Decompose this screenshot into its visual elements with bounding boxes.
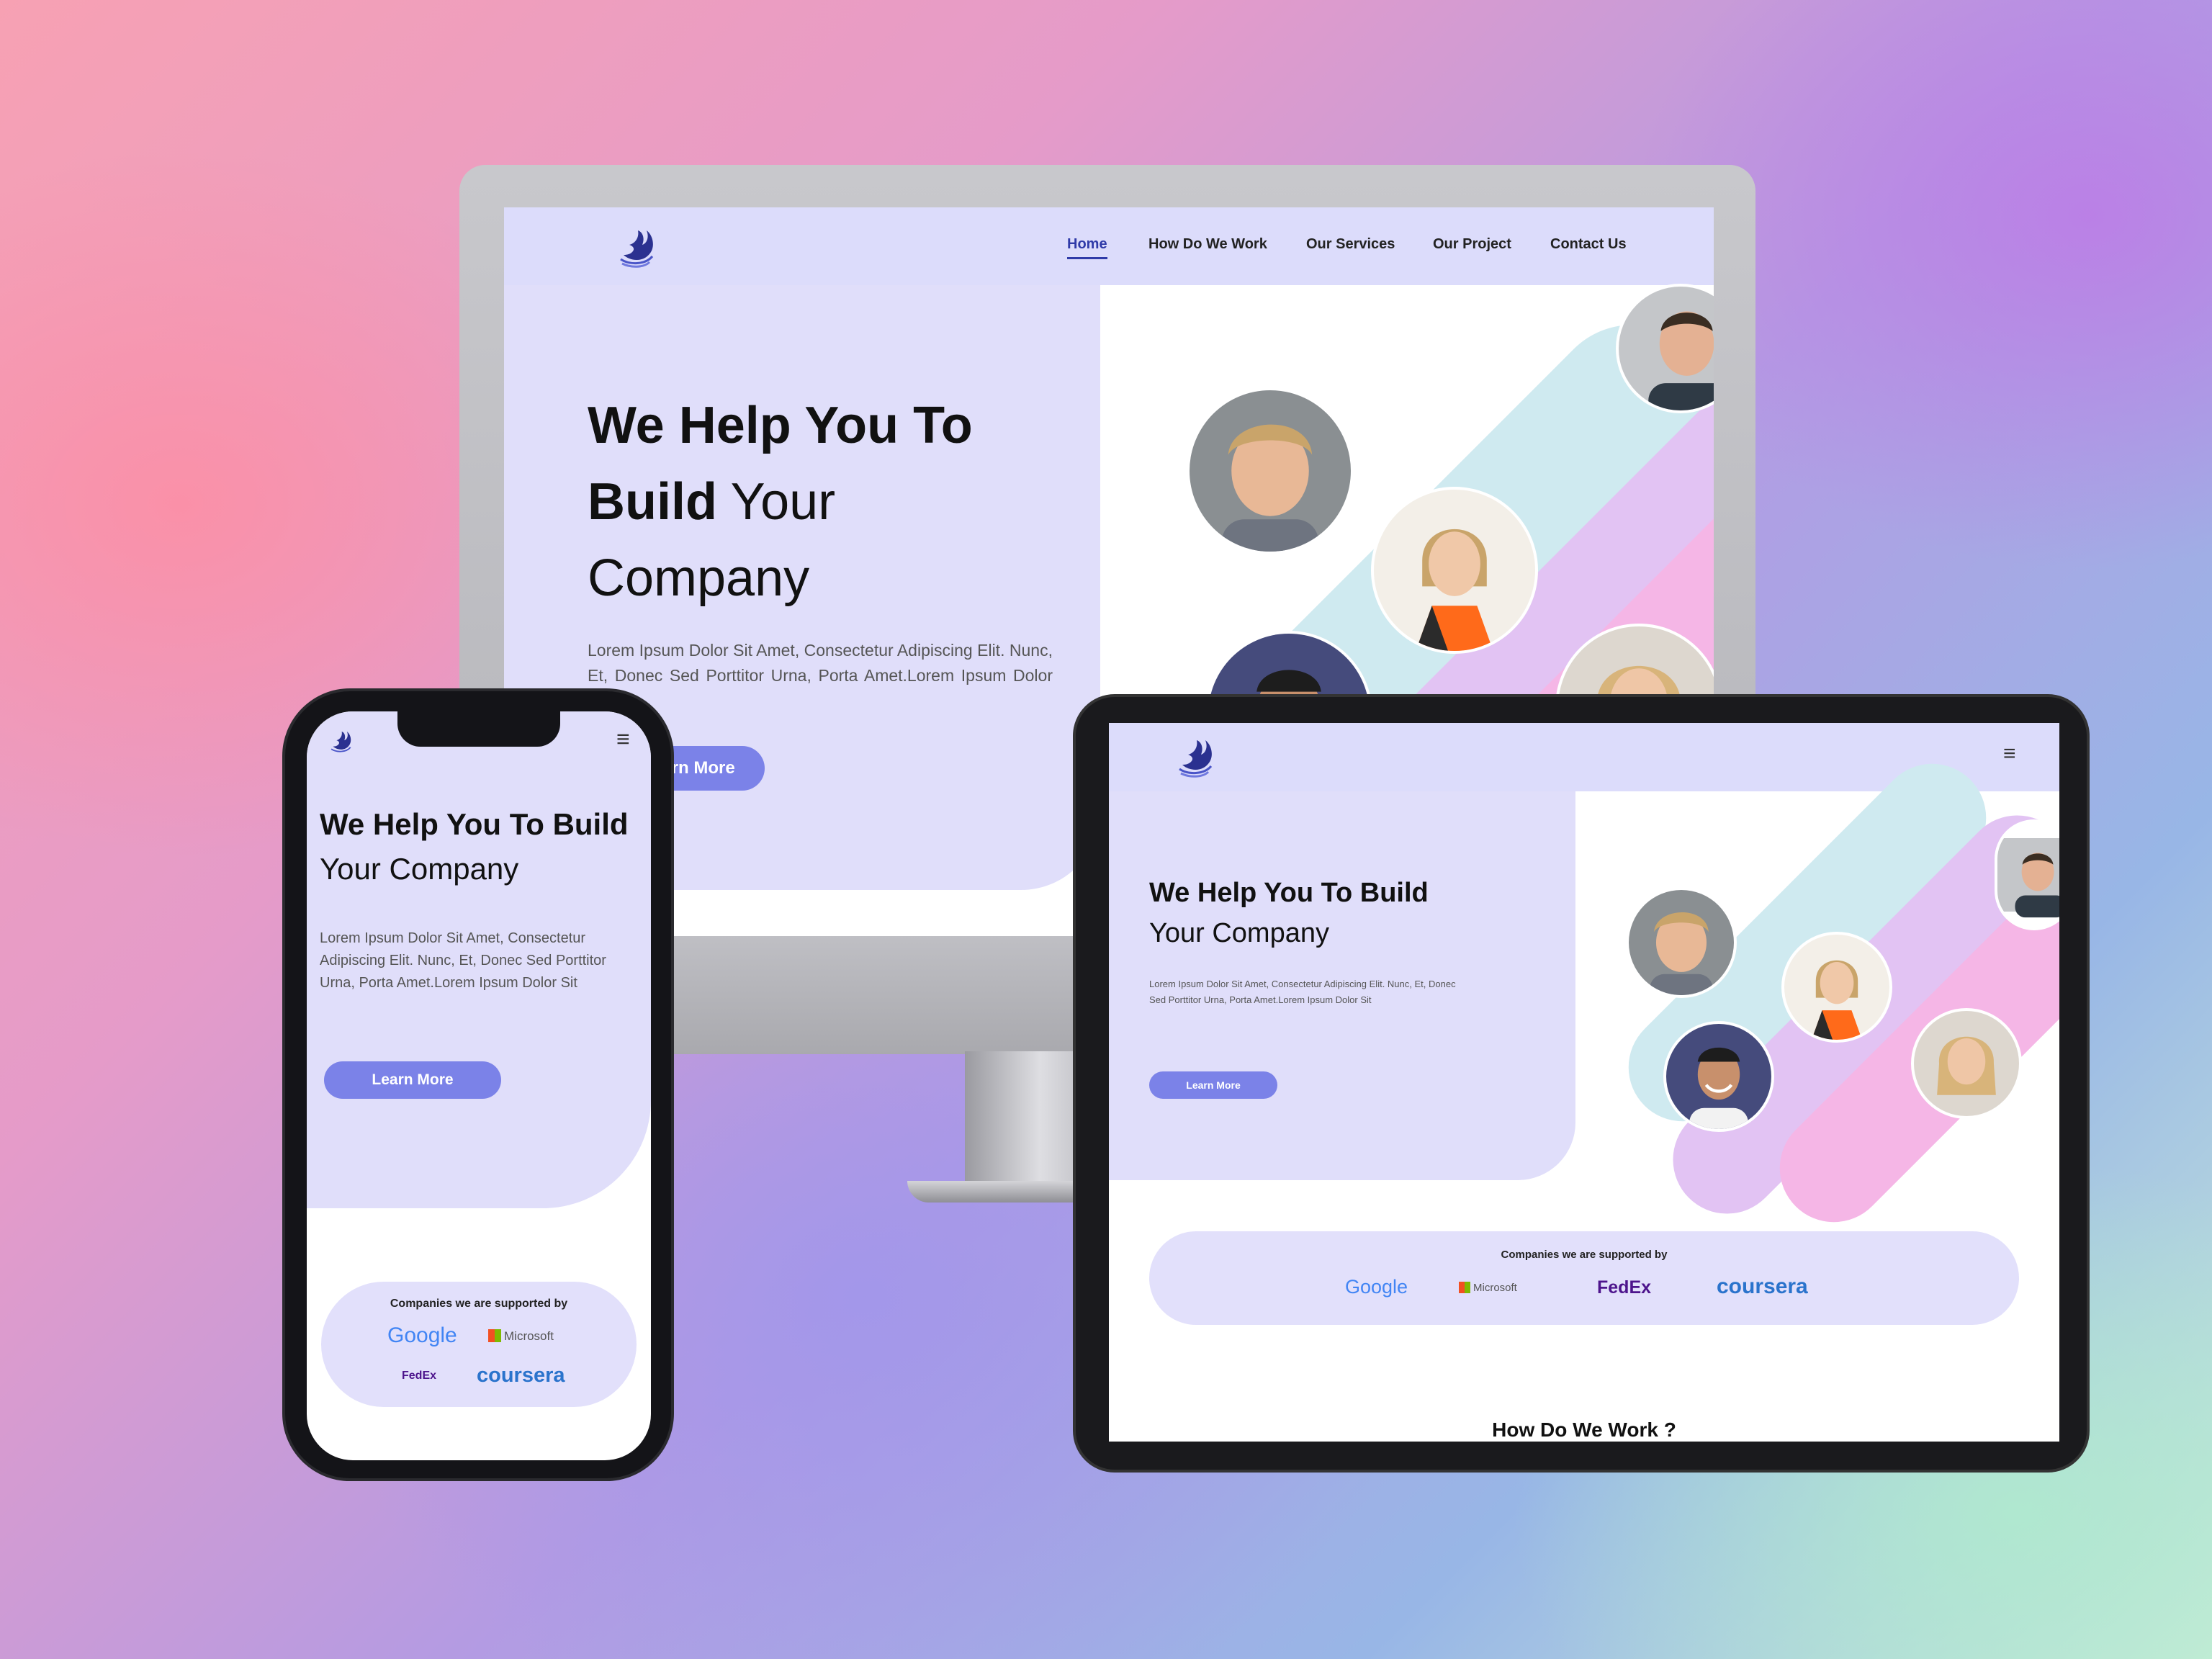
brand-microsoft: Microsoft <box>488 1329 554 1344</box>
microsoft-logo-icon <box>488 1329 501 1342</box>
avatar-man-3 <box>1663 1021 1774 1132</box>
desktop-hero-title-company: Company <box>588 549 810 607</box>
tablet-learn-more-button[interactable]: Learn More <box>1149 1071 1277 1099</box>
brand-google: Google <box>387 1323 457 1347</box>
tablet-hero-title-line2: Your Company <box>1149 918 1329 948</box>
nav-our-services[interactable]: Our Services <box>1306 236 1395 253</box>
brand-google: Google <box>1345 1276 1408 1298</box>
tablet-screen: ≡ We Help You To Build Your Company Lore… <box>1109 723 2059 1442</box>
tablet-hero-title-line1: We Help You To Build <box>1149 878 1429 908</box>
brand-coursera: coursera <box>477 1364 565 1387</box>
nav-contact-us[interactable]: Contact Us <box>1550 236 1627 253</box>
nav-home[interactable]: Home <box>1067 236 1107 259</box>
nav-how-do-we-work[interactable]: How Do We Work <box>1148 236 1267 253</box>
avatar-woman-1 <box>1371 487 1538 654</box>
avatar-man-1 <box>1626 887 1737 998</box>
brand-microsoft: Microsoft <box>1459 1282 1517 1294</box>
avatar-woman-2 <box>1911 1008 2022 1119</box>
desktop-hero-title-your: Your <box>730 473 836 531</box>
phone-hero-title-line2: Your Company <box>320 852 519 886</box>
phone-hero-title: We Help You To Build Your Company <box>320 802 644 891</box>
brand-microsoft-label: Microsoft <box>504 1329 554 1343</box>
hamburger-menu-icon[interactable]: ≡ <box>2003 742 2016 766</box>
microsoft-logo-icon <box>1459 1282 1470 1293</box>
phone-hero-title-line1: We Help You To Build <box>320 807 629 841</box>
brand-fedex: FedEx <box>1597 1277 1652 1298</box>
desktop-hero-title: We Help You To Build Your Company <box>588 387 1092 616</box>
avatar-woman-1 <box>1781 932 1892 1043</box>
eagle-logo-icon[interactable] <box>327 727 356 756</box>
brand-coursera: coursera <box>1717 1274 1808 1298</box>
phone-learn-more-button[interactable]: Learn More <box>324 1061 501 1099</box>
phone-supporters-title: Companies we are supported by <box>390 1298 568 1310</box>
desktop-navbar: Home How Do We Work Our Services Our Pro… <box>504 207 1714 285</box>
nav-our-project[interactable]: Our Project <box>1433 236 1511 253</box>
desktop-hero-title-line1: We Help You To <box>588 397 973 454</box>
hamburger-menu-icon[interactable]: ≡ <box>616 726 630 752</box>
avatar-man-1 <box>1187 387 1354 554</box>
eagle-logo-icon[interactable] <box>1172 733 1220 781</box>
phone-supporters-box: Companies we are supported by Google Mic… <box>321 1282 637 1407</box>
phone-hero-description: Lorem Ipsum Dolor Sit Amet, Consectetur … <box>320 930 606 991</box>
phone-screen: ≡ We Help You To Build Your Company Lore… <box>307 711 651 1460</box>
tablet-hero-description: Lorem Ipsum Dolor Sit Amet, Consectetur … <box>1149 979 1456 1005</box>
brand-fedex: FedEx <box>402 1370 437 1382</box>
phone-notch <box>397 709 560 747</box>
desktop-hero-description: Lorem Ipsum Dolor Sit Amet, Consectetur … <box>588 641 1053 710</box>
brand-microsoft-label: Microsoft <box>1473 1282 1517 1294</box>
avatar-man-2 <box>1995 819 2059 930</box>
tablet-section-heading: How Do We Work ? <box>1492 1419 1676 1441</box>
desktop-hero-title-bold: Build <box>588 473 717 531</box>
eagle-logo-icon[interactable] <box>613 223 661 271</box>
tablet-supporters-box: Companies we are supported by Google Mic… <box>1149 1231 2019 1325</box>
tablet-hero-title: We Help You To Build Your Company <box>1149 873 1552 953</box>
tablet-supporters-title: Companies we are supported by <box>1501 1249 1668 1261</box>
